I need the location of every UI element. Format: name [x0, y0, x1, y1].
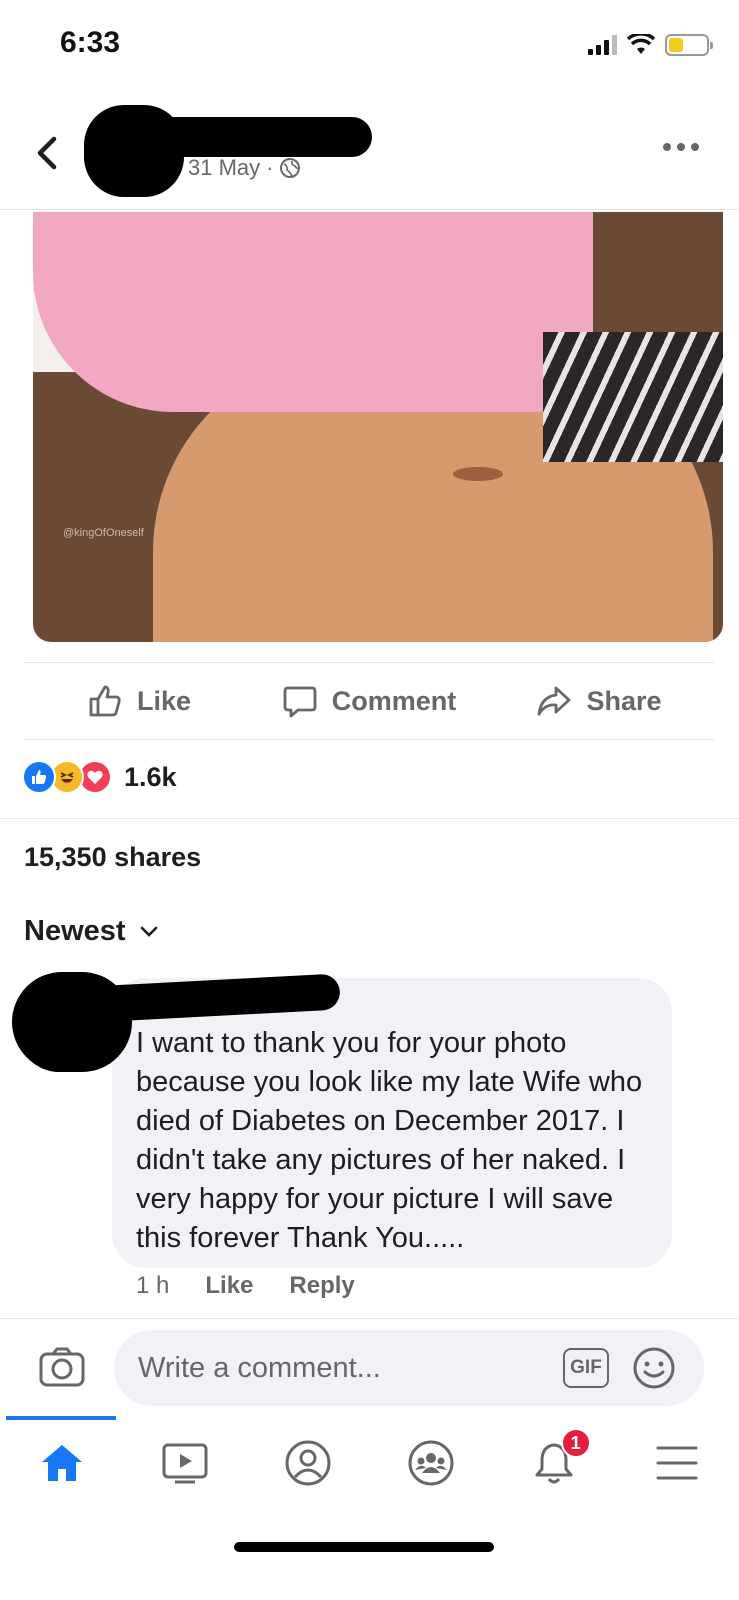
comment-button[interactable]: Comment — [254, 683, 484, 719]
comment-bubble-icon — [283, 686, 317, 718]
bottom-nav: 1 — [0, 1418, 739, 1508]
reaction-count: 1.6k — [124, 761, 177, 792]
more-options-icon[interactable] — [663, 143, 699, 151]
back-arrow-icon[interactable] — [32, 133, 62, 173]
like-button[interactable]: Like — [24, 683, 254, 719]
comment-sort-dropdown[interactable]: Newest — [24, 915, 158, 948]
home-indicator[interactable] — [234, 1542, 494, 1552]
reaction-summary[interactable]: 1.6k — [22, 760, 177, 794]
post-date: 31 May · — [188, 155, 301, 181]
divider — [0, 818, 739, 819]
thumbs-up-icon — [89, 685, 121, 717]
gif-button[interactable]: GIF — [563, 1348, 609, 1388]
globe-icon — [280, 158, 301, 178]
comment-meta: 1 h Like Reply — [136, 1272, 355, 1300]
divider — [0, 1318, 739, 1319]
photo-watermark: @kingOfOneself — [63, 527, 144, 539]
battery-icon — [665, 34, 713, 56]
comment-input[interactable] — [114, 1330, 704, 1406]
emoji-icon[interactable] — [632, 1346, 676, 1390]
nav-notifications[interactable]: 1 — [493, 1418, 616, 1508]
notification-badge: 1 — [560, 1428, 591, 1458]
comment-reply-button[interactable]: Reply — [289, 1272, 354, 1300]
status-icons — [588, 34, 713, 56]
post-photo[interactable]: @kingOfOneself — [33, 212, 723, 642]
share-button[interactable]: Share — [484, 683, 714, 719]
status-time: 6:33 — [60, 26, 121, 59]
post-header: 31 May · — [0, 95, 739, 210]
profile-icon — [285, 1440, 331, 1486]
redacted-author-name-bar — [150, 117, 372, 157]
nav-menu[interactable] — [616, 1418, 739, 1508]
comment-text: I want to thank you for your photo becau… — [136, 1027, 643, 1254]
post-action-bar: Like Comment Share — [24, 662, 714, 740]
home-icon — [41, 1445, 82, 1481]
nav-groups[interactable] — [370, 1418, 493, 1508]
comment-time: 1 h — [136, 1272, 170, 1299]
nav-profile[interactable] — [246, 1418, 369, 1508]
chevron-down-icon — [140, 926, 157, 937]
shares-count[interactable]: 15,350 shares — [24, 842, 201, 873]
share-arrow-icon — [538, 686, 571, 716]
comment-like-button[interactable]: Like — [205, 1272, 253, 1300]
groups-icon — [408, 1440, 454, 1486]
nav-home[interactable] — [0, 1418, 123, 1508]
video-icon — [162, 1443, 208, 1484]
nav-watch[interactable] — [123, 1418, 246, 1508]
menu-icon — [656, 1446, 698, 1480]
wifi-icon — [627, 34, 655, 54]
camera-icon[interactable] — [38, 1346, 86, 1388]
cellular-signal-icon — [588, 35, 617, 55]
status-bar: 6:33 — [0, 0, 739, 95]
like-reaction-icon — [22, 760, 56, 794]
